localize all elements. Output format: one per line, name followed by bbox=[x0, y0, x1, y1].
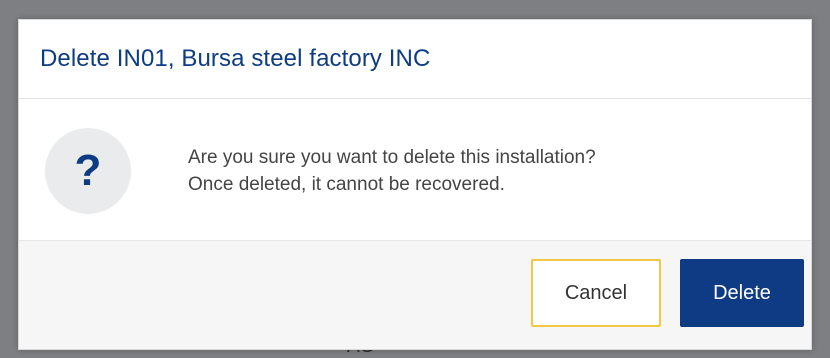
delete-confirmation-dialog: Delete IN01, Bursa steel factory INC ? A… bbox=[18, 19, 812, 350]
message-line-1: Are you sure you want to delete this ins… bbox=[188, 146, 596, 168]
message-line-2: Once deleted, it cannot be recovered. bbox=[188, 173, 505, 195]
cancel-button[interactable]: Cancel bbox=[531, 259, 661, 327]
confirmation-message: Are you sure you want to delete this ins… bbox=[188, 144, 596, 198]
question-icon-circle: ? bbox=[45, 127, 131, 214]
dialog-title: Delete IN01, Bursa steel factory INC bbox=[40, 45, 431, 72]
question-mark-icon: ? bbox=[74, 145, 102, 195]
delete-button[interactable]: Delete bbox=[680, 259, 804, 327]
dialog-body: ? Are you sure you want to delete this i… bbox=[19, 99, 811, 242]
dialog-footer: Cancel Delete bbox=[19, 240, 811, 349]
dialog-header: Delete IN01, Bursa steel factory INC bbox=[19, 20, 811, 99]
